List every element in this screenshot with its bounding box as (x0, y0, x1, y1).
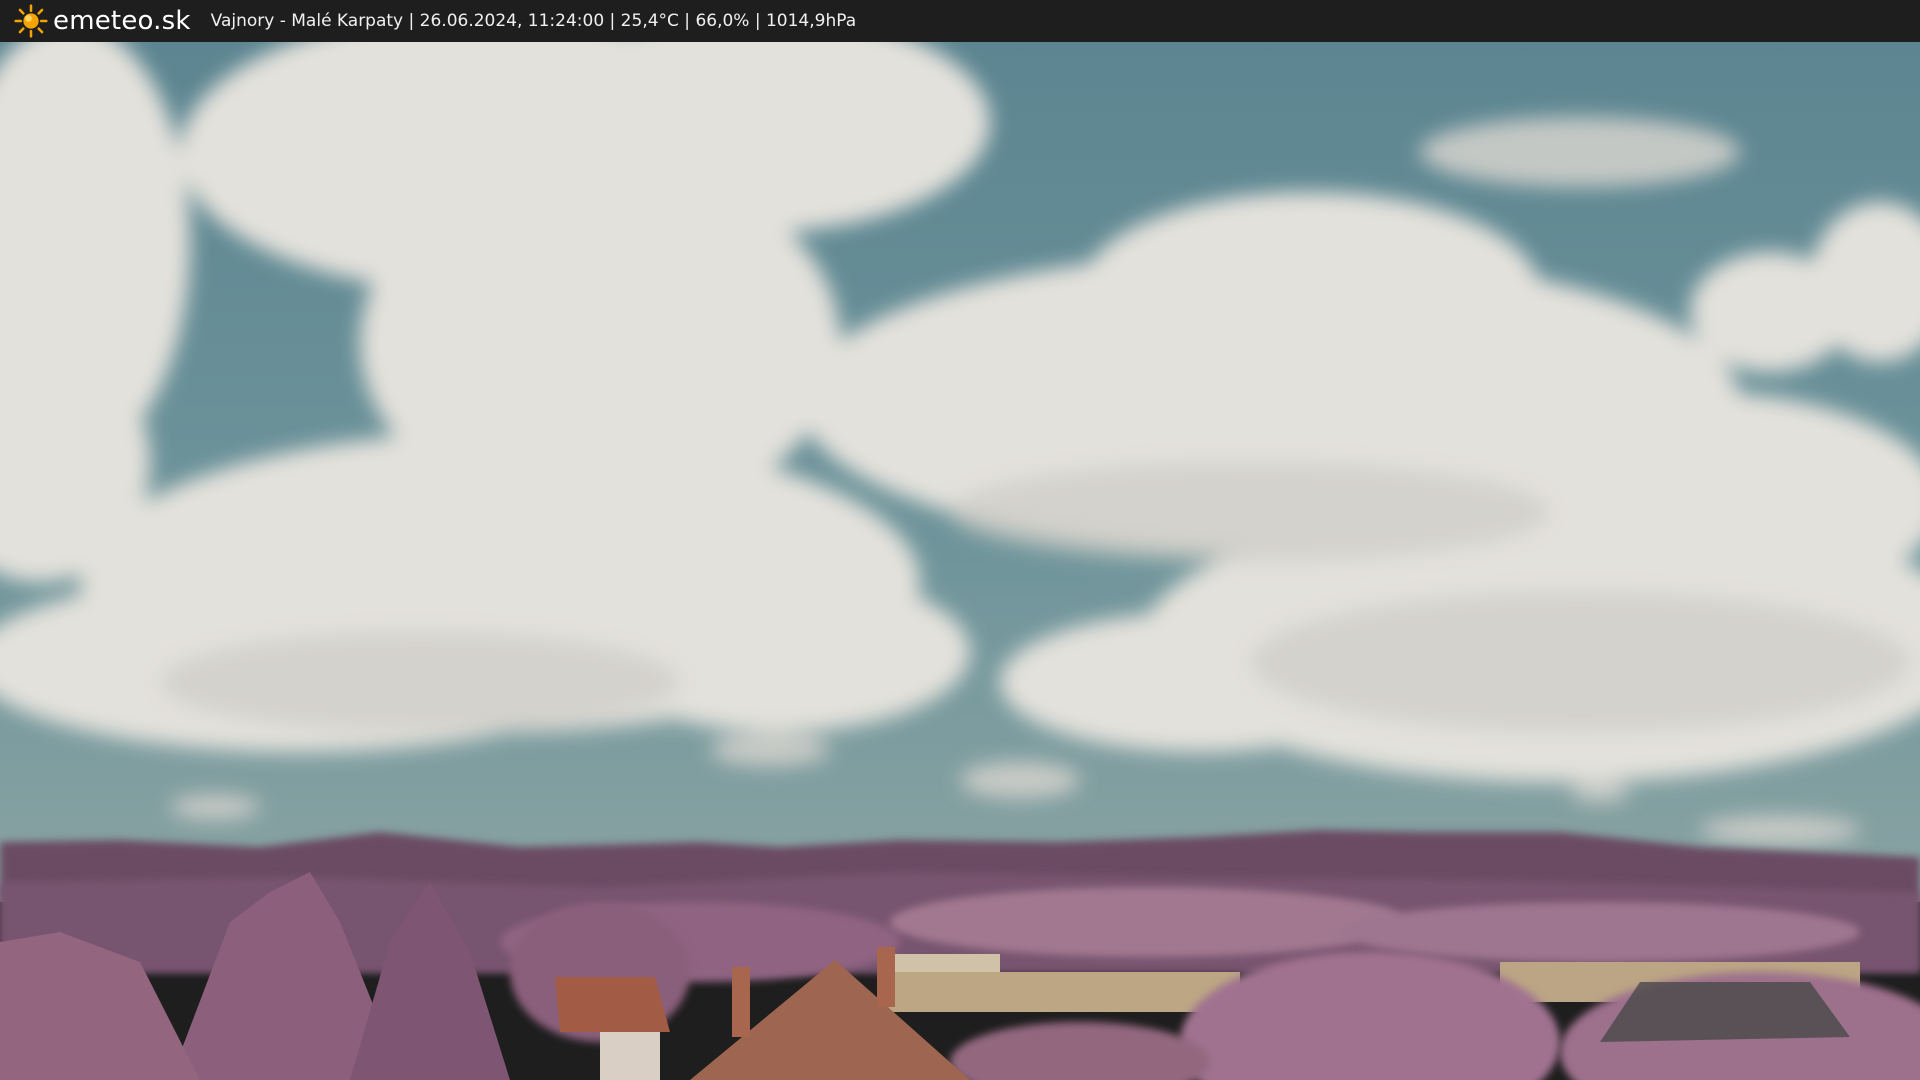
sun-icon (14, 4, 48, 38)
webcam-image (0, 42, 1920, 1080)
field (880, 972, 1240, 1012)
camera-caption: Vajnory - Malé Karpaty | 26.06.2024, 11:… (210, 11, 857, 31)
emeteo-logo[interactable]: emeteo.sk (14, 4, 191, 38)
header-bar: emeteo.sk Vajnory - Malé Karpaty | 26.06… (0, 0, 1920, 42)
brand-name: emeteo.sk (53, 6, 191, 36)
